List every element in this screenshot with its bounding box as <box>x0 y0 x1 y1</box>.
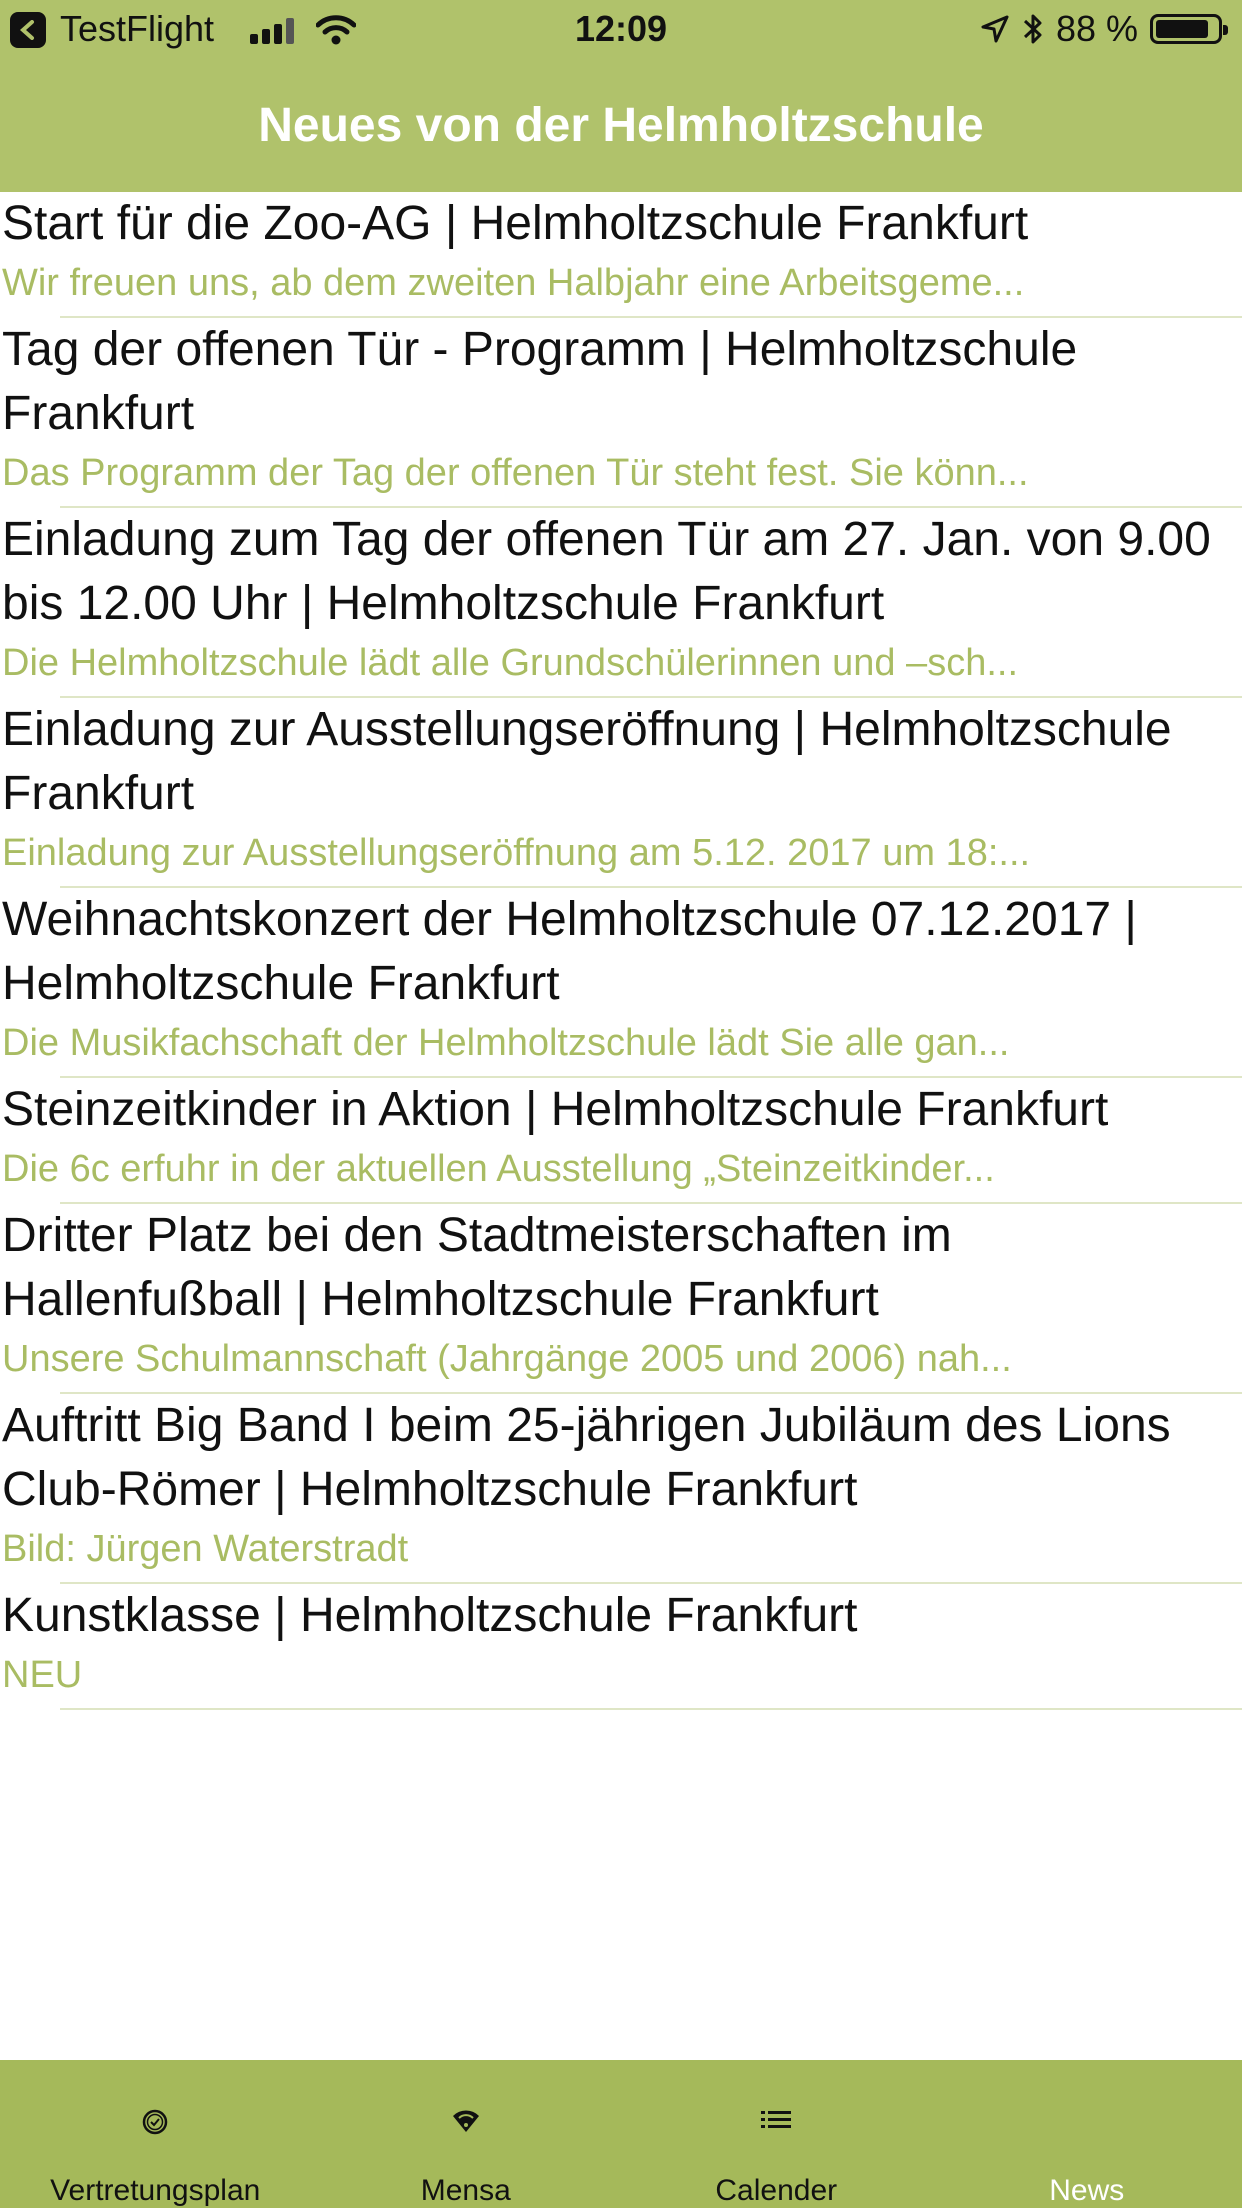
tab-bar: Vertretungsplan Mensa Calender News <box>0 2060 1242 2208</box>
tab-calender[interactable]: Calender <box>621 2060 932 2208</box>
news-item-summary: Unsere Schulmannschaft (Jahrgänge 2005 u… <box>2 1338 1012 1380</box>
tab-mensa[interactable]: Mensa <box>311 2060 622 2208</box>
news-item[interactable]: Dritter Platz bei den Stadtmeisterschaft… <box>0 1204 1242 1394</box>
news-item[interactable]: Einladung zum Tag der offenen Tür am 27.… <box>0 508 1242 698</box>
news-item-title: Weihnachtskonzert der Helmholtzschule 07… <box>2 893 1137 1010</box>
news-item[interactable]: Auftritt Big Band I beim 25-jährigen Jub… <box>0 1394 1242 1584</box>
clock-icon <box>143 2109 168 2135</box>
news-item-summary: Die Helmholtzschule lädt alle Grundschül… <box>2 642 1018 684</box>
status-right: 88 % <box>980 8 1228 50</box>
news-item[interactable]: Kunstklasse | Helmholtzschule Frankfurt … <box>0 1584 1242 1710</box>
bluetooth-icon <box>1023 14 1042 44</box>
news-item-summary: Wir freuen uns, ab dem zweiten Halbjahr … <box>2 262 1025 304</box>
news-item-summary: Die Musikfachschaft der Helmholtzschule … <box>2 1022 1010 1064</box>
tab-label: News <box>1049 2174 1125 2207</box>
row-divider <box>60 1708 1242 1710</box>
news-item[interactable]: Einladung zur Ausstellungseröffnung | He… <box>0 698 1242 888</box>
news-item-title: Auftritt Big Band I beim 25-jährigen Jub… <box>2 1399 1171 1516</box>
news-item-summary: Die 6c erfuhr in der aktuellen Ausstellu… <box>2 1148 995 1190</box>
location-arrow-icon <box>981 15 1009 43</box>
battery-icon <box>1150 14 1228 44</box>
tab-news[interactable]: News <box>932 2060 1242 2208</box>
navigation-bar: Neues von der Helmholtzschule <box>0 62 1242 192</box>
news-item-summary: Bild: Jürgen Waterstradt <box>2 1528 409 1570</box>
tab-label: Mensa <box>420 2174 511 2207</box>
wifi-icon <box>452 2110 479 2132</box>
news-item-title: Dritter Platz bei den Stadtmeisterschaft… <box>2 1209 952 1326</box>
page-title: Neues von der Helmholtzschule <box>258 99 984 152</box>
tab-label: Vertretungsplan <box>50 2174 261 2207</box>
list-icon <box>761 2111 792 2128</box>
news-item[interactable]: Start für die Zoo-AG | Helmholtzschule F… <box>0 192 1242 318</box>
news-item[interactable]: Weihnachtskonzert der Helmholtzschule 07… <box>0 888 1242 1078</box>
news-item-title: Steinzeitkinder in Aktion | Helmholtzsch… <box>2 1083 1109 1136</box>
news-item-title: Einladung zum Tag der offenen Tür am 27.… <box>2 513 1211 630</box>
news-item[interactable]: Steinzeitkinder in Aktion | Helmholtzsch… <box>0 1078 1242 1204</box>
news-item-title: Kunstklasse | Helmholtzschule Frankfurt <box>2 1589 858 1642</box>
news-item-title: Tag der offenen Tür - Programm | Helmhol… <box>2 323 1078 440</box>
news-item-summary: NEU <box>2 1654 83 1696</box>
news-item-title: Start für die Zoo-AG | Helmholtzschule F… <box>2 197 1029 250</box>
news-item-summary: Einladung zur Ausstellungseröffnung am 5… <box>2 832 1031 874</box>
status-bar: TestFlight 12:09 88 % <box>0 0 1242 62</box>
news-item-summary: Das Programm der Tag der offenen Tür ste… <box>2 452 1029 494</box>
news-list[interactable]: Start für die Zoo-AG | Helmholtzschule F… <box>0 192 1242 2060</box>
battery-percent: 88 % <box>1055 8 1138 49</box>
tab-label: Calender <box>715 2174 838 2207</box>
news-item-title: Einladung zur Ausstellungseröffnung | He… <box>2 703 1172 820</box>
news-item[interactable]: Tag der offenen Tür - Programm | Helmhol… <box>0 318 1242 508</box>
tab-vertretungsplan[interactable]: Vertretungsplan <box>0 2060 311 2208</box>
